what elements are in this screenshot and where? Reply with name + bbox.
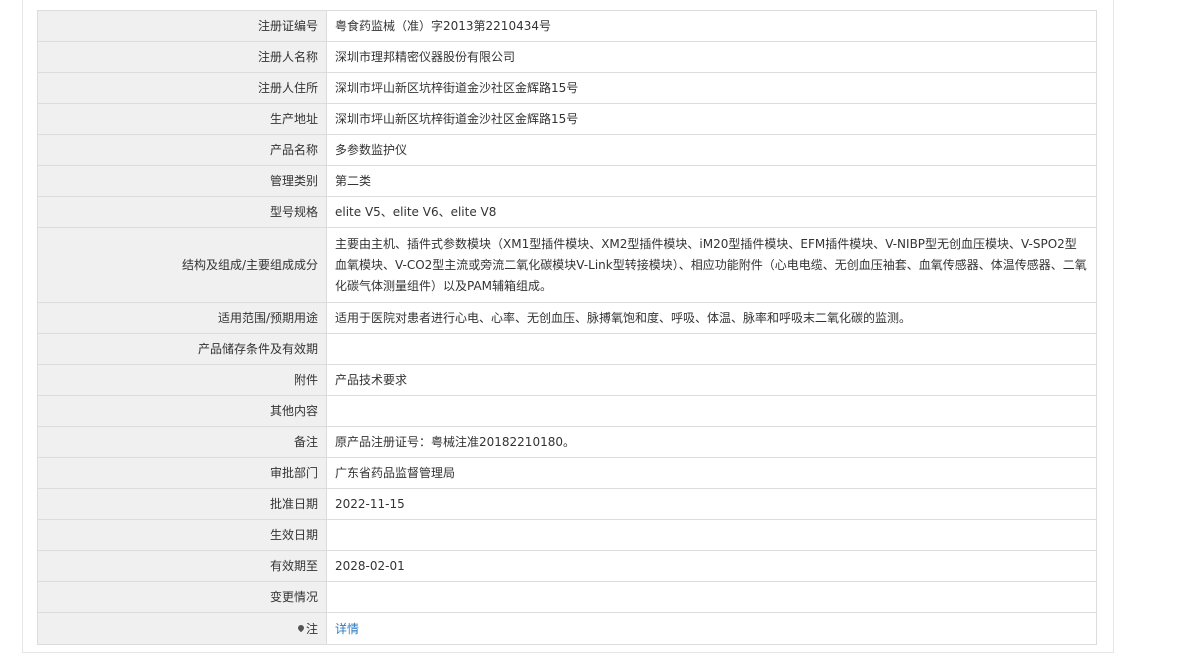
row-value: 主要由主机、插件式参数模块（XM1型插件模块、XM2型插件模块、iM20型插件模… [326,227,1097,303]
row-label: 生产地址 [37,103,327,135]
table-row-valid-until: 有效期至 2028-02-01 [37,550,1097,582]
row-label: 适用范围/预期用途 [37,302,327,334]
row-value: 深圳市坪山新区坑梓街道金沙社区金辉路15号 [326,72,1097,104]
row-value: 适用于医院对患者进行心电、心率、无创血压、脉搏氧饱和度、呼吸、体温、脉率和呼吸末… [326,302,1097,334]
row-label: 审批部门 [37,457,327,489]
note-label: 注 [305,621,318,636]
row-label: 其他内容 [37,395,327,427]
row-label: 生效日期 [37,519,327,551]
table-row-intended-use: 适用范围/预期用途 适用于医院对患者进行心电、心率、无创血压、脉搏氧饱和度、呼吸… [37,302,1097,334]
row-value: 2022-11-15 [326,488,1097,520]
table-row-approval-department: 审批部门 广东省药品监督管理局 [37,457,1097,489]
row-value: 原产品注册证号：粤械注准20182210180。 [326,426,1097,458]
row-value [326,519,1097,551]
row-value: 产品技术要求 [326,364,1097,396]
row-value [326,581,1097,613]
row-label: 批准日期 [37,488,327,520]
row-value: 深圳市坪山新区坑梓街道金沙社区金辉路15号 [326,103,1097,135]
table-row-other-content: 其他内容 [37,395,1097,427]
table-row-attachment: 附件 产品技术要求 [37,364,1097,396]
table-row-effective-date: 生效日期 [37,519,1097,551]
table-row-storage-validity: 产品储存条件及有效期 [37,333,1097,365]
row-label: 附件 [37,364,327,396]
table-row-change-history: 变更情况 [37,581,1097,613]
details-link[interactable]: 详情 [335,622,359,636]
row-label: 产品储存条件及有效期 [37,333,327,365]
table-row-registrant-name: 注册人名称 深圳市理邦精密仪器股份有限公司 [37,41,1097,73]
row-value [326,333,1097,365]
table-row-approval-date: 批准日期 2022-11-15 [37,488,1097,520]
row-label: 注册人住所 [37,72,327,104]
table-row-remarks: 备注 原产品注册证号：粤械注准20182210180。 [37,426,1097,458]
row-label: 型号规格 [37,196,327,228]
row-label: 产品名称 [37,134,327,166]
table-row-management-class: 管理类别 第二类 [37,165,1097,197]
table-row-registration-number: 注册证编号 粤食药监械（准）字2013第2210434号 [37,10,1097,42]
table-row-registrant-address: 注册人住所 深圳市坪山新区坑梓街道金沙社区金辉路15号 [37,72,1097,104]
row-value: 深圳市理邦精密仪器股份有限公司 [326,41,1097,73]
row-label: 结构及组成/主要组成成分 [37,227,327,303]
row-value: 广东省药品监督管理局 [326,457,1097,489]
table-row-structure-composition: 结构及组成/主要组成成分 主要由主机、插件式参数模块（XM1型插件模块、XM2型… [37,227,1097,303]
table-row-production-address: 生产地址 深圳市坪山新区坑梓街道金沙社区金辉路15号 [37,103,1097,135]
row-label: 注册人名称 [37,41,327,73]
row-value: 多参数监护仪 [326,134,1097,166]
registration-detail-table: 注册证编号 粤食药监械（准）字2013第2210434号 注册人名称 深圳市理邦… [37,10,1097,645]
row-label: 管理类别 [37,165,327,197]
table-row-note: 注 详情 [37,612,1097,645]
table-row-product-name: 产品名称 多参数监护仪 [37,134,1097,166]
row-value: 2028-02-01 [326,550,1097,582]
row-label: 备注 [37,426,327,458]
row-value: 详情 [326,612,1097,645]
row-value: elite V5、elite V6、elite V8 [326,196,1097,228]
row-value: 第二类 [326,165,1097,197]
table-row-model-spec: 型号规格 elite V5、elite V6、elite V8 [37,196,1097,228]
pin-icon [296,623,306,633]
row-label: 变更情况 [37,581,327,613]
row-label: 注 [37,612,327,645]
row-label: 有效期至 [37,550,327,582]
row-value [326,395,1097,427]
row-label: 注册证编号 [37,10,327,42]
row-value: 粤食药监械（准）字2013第2210434号 [326,10,1097,42]
